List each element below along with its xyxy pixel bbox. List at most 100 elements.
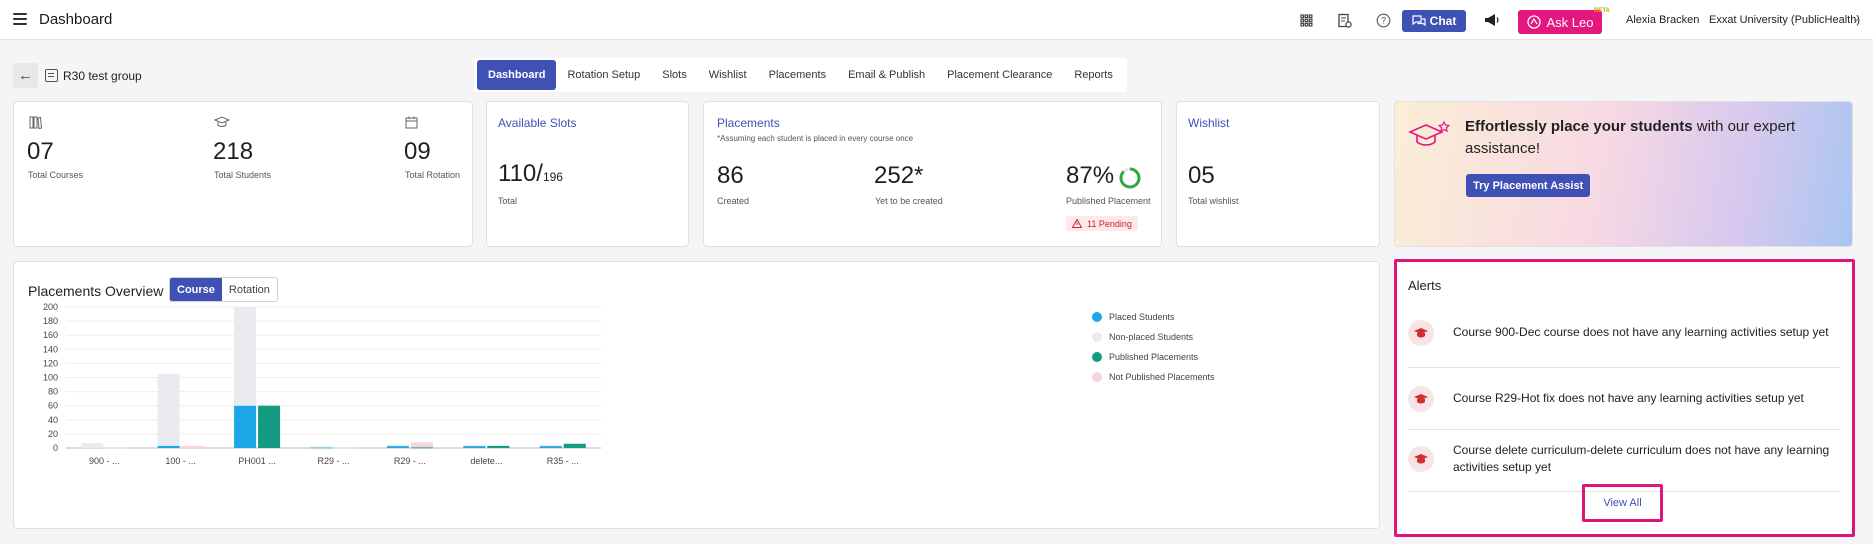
tab-rotation-setup[interactable]: Rotation Setup bbox=[556, 60, 651, 90]
legend-marker bbox=[1092, 352, 1102, 362]
bar-non-placed-students[interactable] bbox=[234, 307, 257, 406]
tab-dashboard[interactable]: Dashboard bbox=[477, 60, 557, 90]
alerts-panel: Alerts Course 900-Dec course does not ha… bbox=[1394, 259, 1855, 537]
x-tick-label: 900 - ... bbox=[89, 456, 120, 466]
available-slots-card[interactable]: Available Slots 110/196 Total bbox=[486, 101, 689, 247]
legend-label: Published Placements bbox=[1109, 352, 1199, 362]
bar-non-placed-students[interactable] bbox=[463, 445, 486, 447]
y-tick-label: 0 bbox=[53, 443, 58, 453]
bar-placed-students[interactable] bbox=[234, 405, 257, 448]
arrow-left-icon: ← bbox=[18, 67, 33, 84]
leo-icon bbox=[1526, 15, 1541, 29]
tab-reports[interactable]: Reports bbox=[1063, 60, 1124, 90]
placements-overview-card: Placements Overview Course Rotation 0 20 4… bbox=[13, 261, 1380, 529]
published-progress-ring bbox=[1119, 167, 1141, 189]
graduation-cap-icon bbox=[1408, 446, 1434, 472]
legend-item[interactable]: Not Published Placements bbox=[1092, 367, 1215, 387]
legend-item[interactable]: Non-placed Students bbox=[1092, 327, 1215, 347]
x-tick-label: PH001 ... bbox=[238, 456, 276, 466]
bar-not-published-placements[interactable] bbox=[334, 447, 357, 449]
tab-placement-clearance[interactable]: Placement Clearance bbox=[936, 60, 1063, 90]
y-tick-label: 60 bbox=[48, 401, 58, 411]
y-tick-label: 200 bbox=[43, 302, 58, 312]
bar-published-placements[interactable] bbox=[563, 443, 586, 448]
placement-assist-banner: Effortlessly place your students with ou… bbox=[1394, 101, 1853, 247]
yet-to-create-value: 252* bbox=[874, 162, 924, 189]
document-icon bbox=[45, 69, 58, 82]
y-tick-label: 140 bbox=[43, 344, 58, 354]
chat-button[interactable]: Chat bbox=[1402, 10, 1466, 32]
bar-not-published-placements[interactable] bbox=[181, 445, 204, 448]
ask-leo-button[interactable]: Ask Leo bbox=[1518, 10, 1602, 34]
wishlist-label: Total wishlist bbox=[1188, 196, 1239, 206]
legend-label: Placed Students bbox=[1109, 312, 1175, 322]
legend-item[interactable]: Placed Students bbox=[1092, 307, 1215, 327]
y-tick-label: 80 bbox=[48, 387, 58, 397]
wishlist-title[interactable]: Wishlist bbox=[1188, 116, 1229, 130]
wishlist-card[interactable]: Wishlist 05 Total wishlist bbox=[1176, 101, 1380, 247]
apps-grid-icon[interactable] bbox=[1297, 11, 1315, 29]
legend-marker bbox=[1092, 312, 1102, 322]
summary-card: 07 Total Courses 218 Total Students 09 T… bbox=[13, 101, 473, 247]
bar-not-published-placements[interactable] bbox=[410, 442, 433, 448]
alert-item[interactable]: Course delete curriculum-delete curricul… bbox=[1408, 430, 1840, 492]
y-tick-label: 120 bbox=[43, 358, 58, 368]
graduation-cap-icon bbox=[1408, 386, 1434, 412]
alert-item[interactable]: Course R29-Hot fix does not have any lea… bbox=[1408, 368, 1840, 430]
bar-published-placements[interactable] bbox=[410, 447, 433, 449]
available-slots-title[interactable]: Available Slots bbox=[498, 116, 577, 130]
bar-non-placed-students[interactable] bbox=[386, 445, 409, 447]
toggle-rotation[interactable]: Rotation bbox=[222, 278, 277, 301]
x-tick-label: R29 - ... bbox=[317, 456, 349, 466]
alert-text: Course delete curriculum-delete curricul… bbox=[1453, 443, 1830, 474]
menu-icon[interactable] bbox=[13, 13, 27, 25]
graduation-cap-icon bbox=[1408, 320, 1434, 346]
y-tick-label: 180 bbox=[43, 316, 58, 326]
report-settings-icon[interactable] bbox=[1335, 11, 1353, 29]
bar-published-placements[interactable] bbox=[258, 405, 281, 448]
graduation-cap-icon bbox=[213, 116, 231, 129]
tab-email-publish[interactable]: Email & Publish bbox=[837, 60, 936, 90]
bar-non-placed-students[interactable] bbox=[539, 445, 562, 447]
tab-placements[interactable]: Placements bbox=[758, 60, 837, 90]
try-placement-assist-button[interactable]: Try Placement Assist bbox=[1466, 174, 1591, 197]
group-name: R30 test group bbox=[63, 69, 142, 83]
org-name[interactable]: Exxat University (PublicHealth) bbox=[1709, 14, 1860, 26]
announcement-icon[interactable] bbox=[1483, 11, 1501, 29]
tab-slots[interactable]: Slots bbox=[651, 60, 697, 90]
y-tick-label: 20 bbox=[48, 429, 58, 439]
page-title: Dashboard bbox=[39, 11, 113, 28]
bar-published-placements[interactable] bbox=[487, 445, 510, 448]
x-tick-label: delete... bbox=[470, 456, 502, 466]
placements-bar-chart: 0 20 40 60 80 100 120 140 160 180 200 900 - ... 100 … bbox=[43, 302, 601, 466]
bar-placed-students[interactable] bbox=[463, 445, 486, 448]
bar-placed-students[interactable] bbox=[386, 445, 409, 448]
chevron-down-icon[interactable]: ⌄ bbox=[1852, 13, 1860, 24]
bar-placed-students[interactable] bbox=[539, 445, 562, 448]
overview-title: Placements Overview bbox=[28, 283, 164, 299]
bar-non-placed-students[interactable] bbox=[310, 446, 333, 448]
alert-item[interactable]: Course 900-Dec course does not have any … bbox=[1408, 306, 1840, 368]
view-all-button[interactable]: View All bbox=[1582, 484, 1663, 522]
placements-title[interactable]: Placements bbox=[717, 116, 780, 130]
beta-badge: BETA bbox=[1594, 8, 1610, 14]
available-slots-total: 196 bbox=[542, 170, 563, 184]
books-icon bbox=[29, 116, 43, 130]
total-students-label: Total Students bbox=[214, 170, 272, 180]
bar-non-placed-students[interactable] bbox=[81, 443, 104, 448]
available-slots-value: 110/196 bbox=[498, 160, 563, 187]
warning-icon bbox=[1072, 219, 1082, 228]
total-rotation-label: Total Rotation bbox=[405, 170, 461, 180]
bar-placed-students[interactable] bbox=[157, 445, 180, 448]
legend-item[interactable]: Published Placements bbox=[1092, 347, 1215, 367]
toggle-course[interactable]: Course bbox=[170, 278, 222, 301]
created-value: 86 bbox=[717, 162, 744, 189]
back-button[interactable]: ← bbox=[13, 63, 38, 88]
tab-wishlist[interactable]: Wishlist bbox=[698, 60, 758, 90]
bar-non-placed-students[interactable] bbox=[157, 373, 180, 446]
bar-not-published-placements[interactable] bbox=[105, 447, 128, 449]
help-icon[interactable]: ? bbox=[1374, 11, 1392, 29]
wishlist-value: 05 bbox=[1188, 162, 1215, 189]
user-name[interactable]: Alexia Bracken bbox=[1626, 14, 1699, 26]
pending-badge[interactable]: 11 Pending bbox=[1066, 216, 1138, 231]
